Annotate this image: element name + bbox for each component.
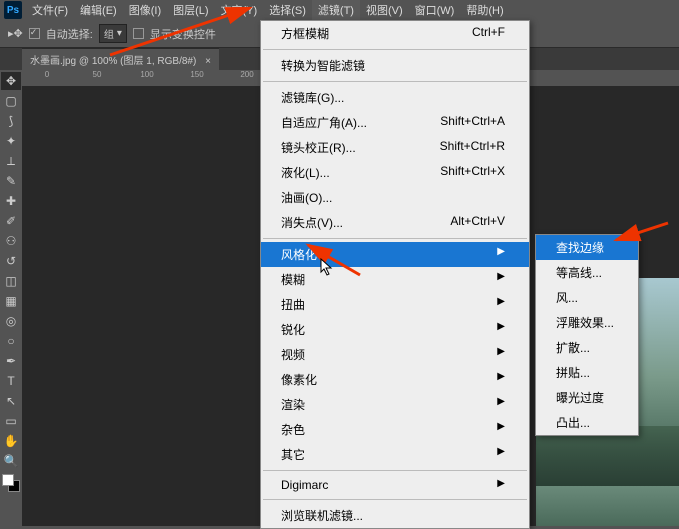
auto-select-dropdown[interactable]: 组▾: [99, 24, 127, 43]
stylize-submenu: 查找边缘 等高线... 风... 浮雕效果... 扩散... 拼贴... 曝光过…: [535, 234, 639, 436]
color-swatch[interactable]: [2, 474, 20, 492]
menu-help[interactable]: 帮助(H): [460, 0, 509, 20]
hand-tool[interactable]: ✋: [1, 432, 21, 450]
menu-oil-paint[interactable]: 油画(O)...: [261, 185, 529, 210]
submenu-emboss[interactable]: 浮雕效果...: [536, 310, 638, 335]
menu-stylize[interactable]: 风格化▶: [261, 242, 529, 267]
submenu-arrow-icon: ▶: [497, 246, 505, 263]
menu-blur[interactable]: 模糊▶: [261, 267, 529, 292]
menu-vanishing[interactable]: 消失点(V)...Alt+Ctrl+V: [261, 210, 529, 235]
healing-tool[interactable]: ✚: [1, 192, 21, 210]
pen-tool[interactable]: ✒: [1, 352, 21, 370]
shape-tool[interactable]: ▭: [1, 412, 21, 430]
menu-other[interactable]: 其它▶: [261, 442, 529, 467]
menu-layer[interactable]: 图层(L): [167, 0, 214, 20]
menu-type[interactable]: 文字(Y): [215, 0, 264, 20]
menu-filter[interactable]: 滤镜(T): [312, 0, 360, 20]
app-logo: Ps: [4, 1, 22, 19]
submenu-contour[interactable]: 等高线...: [536, 260, 638, 285]
submenu-diffuse[interactable]: 扩散...: [536, 335, 638, 360]
wand-tool[interactable]: ✦: [1, 132, 21, 150]
history-brush-tool[interactable]: ↺: [1, 252, 21, 270]
lasso-tool[interactable]: ⟆: [1, 112, 21, 130]
menu-distort[interactable]: 扭曲▶: [261, 292, 529, 317]
menu-convert-smart[interactable]: 转换为智能滤镜: [261, 53, 529, 78]
filter-dropdown-menu: 方框模糊Ctrl+F 转换为智能滤镜 滤镜库(G)... 自适应广角(A)...…: [260, 20, 530, 529]
menu-last-filter[interactable]: 方框模糊Ctrl+F: [261, 21, 529, 46]
show-transform-checkbox[interactable]: [133, 28, 144, 39]
menu-image[interactable]: 图像(I): [123, 0, 167, 20]
menu-filter-gallery[interactable]: 滤镜库(G)...: [261, 85, 529, 110]
menu-lens-correct[interactable]: 镜头校正(R)...Shift+Ctrl+R: [261, 135, 529, 160]
blur-tool[interactable]: ◎: [1, 312, 21, 330]
menu-adaptive-wide[interactable]: 自适应广角(A)...Shift+Ctrl+A: [261, 110, 529, 135]
menu-sharpen[interactable]: 锐化▶: [261, 317, 529, 342]
dodge-tool[interactable]: ○: [1, 332, 21, 350]
submenu-wind[interactable]: 风...: [536, 285, 638, 310]
show-transform-label: 显示变换控件: [150, 26, 216, 42]
cursor-icon: [320, 258, 336, 278]
gradient-tool[interactable]: ▦: [1, 292, 21, 310]
move-tool[interactable]: ✥: [1, 72, 21, 90]
eyedropper-tool[interactable]: ✎: [1, 172, 21, 190]
menu-render[interactable]: 渲染▶: [261, 392, 529, 417]
submenu-find-edges[interactable]: 查找边缘: [536, 235, 638, 260]
zoom-tool[interactable]: 🔍: [1, 452, 21, 470]
menu-liquify[interactable]: 液化(L)...Shift+Ctrl+X: [261, 160, 529, 185]
document-tab[interactable]: 水墨画.jpg @ 100% (图层 1, RGB/8#) ×: [22, 48, 219, 70]
crop-tool[interactable]: ⟂: [1, 152, 21, 170]
submenu-solarize[interactable]: 曝光过度: [536, 385, 638, 410]
menu-browse-online[interactable]: 浏览联机滤镜...: [261, 503, 529, 528]
menu-digimarc[interactable]: Digimarc▶: [261, 474, 529, 496]
menu-noise[interactable]: 杂色▶: [261, 417, 529, 442]
menu-file[interactable]: 文件(F): [26, 0, 74, 20]
main-menubar: Ps 文件(F) 编辑(E) 图像(I) 图层(L) 文字(Y) 选择(S) 滤…: [0, 0, 679, 20]
menu-select[interactable]: 选择(S): [263, 0, 312, 20]
auto-select-checkbox[interactable]: [29, 28, 40, 39]
submenu-tiles[interactable]: 拼贴...: [536, 360, 638, 385]
type-tool[interactable]: T: [1, 372, 21, 390]
marquee-tool[interactable]: ▢: [1, 92, 21, 110]
menu-view[interactable]: 视图(V): [360, 0, 409, 20]
menu-video[interactable]: 视频▶: [261, 342, 529, 367]
menu-window[interactable]: 窗口(W): [409, 0, 461, 20]
move-tool-icon: ▸✥: [8, 27, 23, 40]
chevron-down-icon: ▾: [117, 28, 122, 39]
tools-panel: ✥ ▢ ⟆ ✦ ⟂ ✎ ✚ ✐ ⚇ ↺ ◫ ▦ ◎ ○ ✒ T ↖ ▭ ✋ 🔍: [0, 70, 22, 526]
menu-pixelate[interactable]: 像素化▶: [261, 367, 529, 392]
close-icon[interactable]: ×: [205, 56, 211, 67]
auto-select-label: 自动选择:: [46, 26, 93, 42]
path-tool[interactable]: ↖: [1, 392, 21, 410]
menu-edit[interactable]: 编辑(E): [74, 0, 123, 20]
submenu-extrude[interactable]: 凸出...: [536, 410, 638, 435]
eraser-tool[interactable]: ◫: [1, 272, 21, 290]
stamp-tool[interactable]: ⚇: [1, 232, 21, 250]
brush-tool[interactable]: ✐: [1, 212, 21, 230]
